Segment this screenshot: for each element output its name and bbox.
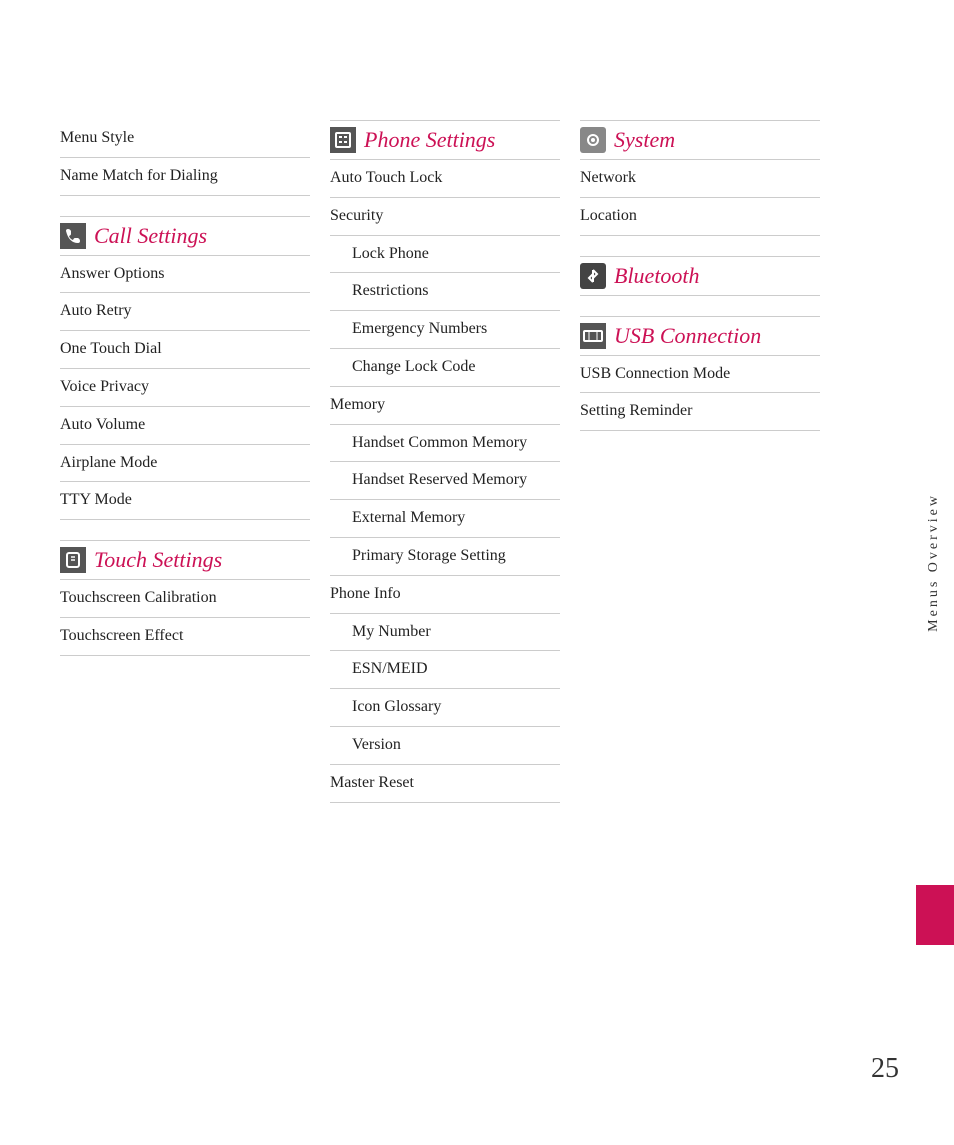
list-item: Name Match for Dialing	[60, 158, 310, 196]
phone-settings-title: Phone Settings	[364, 127, 495, 153]
list-item: Emergency Numbers	[330, 311, 560, 349]
list-item: Location	[580, 198, 820, 236]
touch-settings-title: Touch Settings	[94, 547, 222, 573]
list-item: Airplane Mode	[60, 445, 310, 483]
bluetooth-icon	[580, 263, 606, 289]
list-item: Primary Storage Setting	[330, 538, 560, 576]
page-number: 25	[871, 1053, 899, 1085]
sidebar-label: Menus Overview	[926, 493, 942, 632]
call-settings-title: Call Settings	[94, 223, 207, 249]
list-item: External Memory	[330, 500, 560, 538]
bluetooth-header: Bluetooth	[580, 256, 820, 296]
list-item: Touchscreen Effect	[60, 618, 310, 656]
list-item: Master Reset	[330, 765, 560, 803]
list-item: TTY Mode	[60, 482, 310, 520]
list-item: Menu Style	[60, 120, 310, 158]
list-item: One Touch Dial	[60, 331, 310, 369]
call-settings-header: Call Settings	[60, 216, 310, 256]
list-item: USB Connection Mode	[580, 356, 820, 394]
column-3: System Network Location Bluetooth USB Co…	[580, 120, 820, 803]
list-item: Phone Info	[330, 576, 560, 614]
list-item: Network	[580, 160, 820, 198]
list-item: My Number	[330, 614, 560, 652]
phone-settings-header: Phone Settings	[330, 120, 560, 160]
touch-settings-header: Touch Settings	[60, 540, 310, 580]
pink-accent-bar	[916, 885, 954, 945]
column-2: Phone Settings Auto Touch Lock Security …	[330, 120, 580, 803]
page-content: Menu Style Name Match for Dialing Call S…	[0, 0, 954, 863]
usb-header: USB Connection	[580, 316, 820, 356]
list-item: Memory	[330, 387, 560, 425]
list-item: Security	[330, 198, 560, 236]
usb-items: USB Connection Mode Setting Reminder	[580, 356, 820, 432]
list-item: Lock Phone	[330, 236, 560, 274]
system-items: Network Location	[580, 160, 820, 236]
list-item: Setting Reminder	[580, 393, 820, 431]
sidebar: Menus Overview	[914, 0, 954, 1145]
system-header: System	[580, 120, 820, 160]
system-icon	[580, 127, 606, 153]
list-item: Change Lock Code	[330, 349, 560, 387]
list-item: Voice Privacy	[60, 369, 310, 407]
list-item: Version	[330, 727, 560, 765]
call-settings-items: Answer Options Auto Retry One Touch Dial…	[60, 256, 310, 521]
phone-settings-icon	[330, 127, 356, 153]
list-item: Auto Retry	[60, 293, 310, 331]
list-item: Handset Common Memory	[330, 425, 560, 463]
list-item: Auto Volume	[60, 407, 310, 445]
column-1: Menu Style Name Match for Dialing Call S…	[60, 120, 330, 803]
list-item: Handset Reserved Memory	[330, 462, 560, 500]
list-item: Answer Options	[60, 256, 310, 294]
list-item: ESN/MEID	[330, 651, 560, 689]
usb-title: USB Connection	[614, 323, 761, 349]
list-item: Auto Touch Lock	[330, 160, 560, 198]
list-item: Icon Glossary	[330, 689, 560, 727]
call-settings-icon	[60, 223, 86, 249]
system-title: System	[614, 127, 675, 153]
phone-settings-items: Auto Touch Lock Security Lock Phone Rest…	[330, 160, 560, 803]
usb-icon	[580, 323, 606, 349]
bluetooth-title: Bluetooth	[614, 263, 700, 289]
list-item: Restrictions	[330, 273, 560, 311]
touch-settings-icon	[60, 547, 86, 573]
list-item: Touchscreen Calibration	[60, 580, 310, 618]
touch-settings-items: Touchscreen Calibration Touchscreen Effe…	[60, 580, 310, 656]
